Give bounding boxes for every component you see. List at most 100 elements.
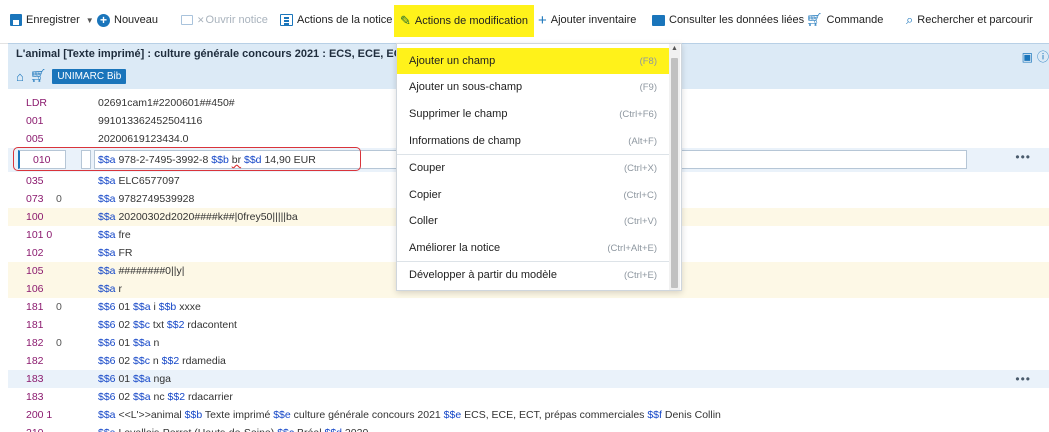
subfield-code: $$a (98, 265, 116, 277)
menu-item[interactable]: Améliorer la notice (Ctrl+Alt+E) (397, 235, 669, 261)
field-tag: 035 (26, 175, 44, 187)
field-tag: 200 1 (26, 409, 53, 421)
field-row[interactable]: 183 $$6 02 $$a nc $$2 rdacarrier (8, 388, 1049, 406)
field-row[interactable]: 210 $$a Levallois-Perret (Hauts-de-Seine)… (8, 424, 1049, 432)
menu-item-label: Ajouter un sous-champ (409, 81, 523, 93)
subfield-text: rdacarrier (185, 391, 233, 403)
menu-item[interactable]: Coller (Ctrl+V) (397, 208, 669, 234)
menu-item-shortcut: (Ctrl+Alt+E) (607, 242, 657, 254)
menu-item-shortcut: (F8) (639, 55, 657, 67)
field-tag: 182 (26, 355, 44, 367)
subfield-code: $$2 (161, 355, 180, 367)
field-tag: LDR (26, 97, 48, 109)
menu-item[interactable]: Ajouter un champ (F8) (397, 48, 669, 74)
subfield-code: $$a (133, 337, 151, 349)
linked-data-icon (652, 14, 665, 26)
menu-item-label: Développer à partir du modèle (409, 269, 557, 281)
field-row[interactable]: 182 0 $$6 01 $$a n (8, 334, 1049, 352)
record-title: L'animal [Texte imprimé] : culture génér… (16, 48, 450, 60)
scroll-thumb[interactable] (671, 58, 678, 288)
field-row[interactable]: 182 $$6 02 $$c n $$2 rdamedia (8, 352, 1049, 370)
field-value: $$a FR (98, 244, 132, 262)
subfield-text: 20200302d2020####k##|0frey50|||||ba (115, 211, 298, 223)
field-row[interactable]: 181 0 $$6 01 $$a i $$b xxxe (8, 298, 1049, 316)
subfield-code: $$a (98, 211, 116, 223)
menu-item-label: Ajouter un champ (409, 55, 496, 67)
menu-item-shortcut: (Ctrl+X) (624, 162, 657, 174)
subfield-text: nc (150, 391, 168, 403)
field-tag: 105 (26, 265, 44, 277)
subfield-code: $$6 (98, 391, 116, 403)
add-inventory-button[interactable]: + Ajouter inventaire (538, 10, 636, 30)
menu-item[interactable]: Couper (Ctrl+X) (397, 155, 669, 181)
field-value: $$6 01 $$a i $$b xxxe (98, 298, 201, 316)
menu-item-shortcut: (Alt+F) (628, 135, 657, 147)
subfield-code: $$c (277, 427, 294, 432)
field-indicator: 0 (56, 193, 62, 205)
subfield-code: $$2 (167, 391, 186, 403)
menu-item-label: Couper (409, 162, 446, 174)
save-button[interactable]: Enregistrer ▼ (10, 10, 94, 30)
menu-item[interactable]: Copier (Ctrl+C) (397, 182, 669, 208)
cart-icon: 🛒︎ (806, 12, 823, 27)
subfield-text: 9782749539928 (115, 193, 195, 205)
field-value: 02691cam1#2200601##450# (98, 94, 235, 112)
save-icon[interactable]: ▣ (1022, 50, 1033, 64)
edit-actions-button[interactable]: ✎ Actions de modification (394, 5, 535, 37)
save-label: Enregistrer (26, 14, 80, 26)
field-tag: 102 (26, 247, 44, 259)
subfield-code: $$a (133, 391, 151, 403)
field-indicator: 0 (56, 337, 62, 349)
record-actions-label: Actions de la notice (297, 14, 393, 26)
subfield-code: $$a (98, 283, 116, 295)
field-tag: 100 (26, 211, 44, 223)
more-icon[interactable]: ••• (1015, 370, 1031, 388)
field-tag: 183 (26, 391, 44, 403)
new-button[interactable]: + Nouveau (97, 10, 158, 30)
field-tag: 181 (26, 319, 44, 331)
subfield-text: 991013362452504116 (98, 115, 203, 127)
search-icon: ⌕ (906, 12, 914, 27)
subfield-text: FR (115, 247, 133, 259)
search-browse-label: Rechercher et parcourir (917, 14, 1033, 26)
subfield-code: $$6 (98, 337, 116, 349)
subfield-code: $$2 (166, 319, 185, 331)
search-browse-button[interactable]: ⌕ Rechercher et parcourir (906, 10, 1033, 30)
cart-icon[interactable]: 🛒︎ (30, 68, 47, 84)
field-tag: 101 0 (26, 229, 53, 241)
linked-data-label: Consulter les données liées (669, 14, 805, 26)
field-row[interactable]: 200 1 $$a <<L'>>animal $$b Texte imprimé … (8, 406, 1049, 424)
menu-separator (397, 261, 669, 262)
menu-scrollbar[interactable]: ▲ (669, 44, 680, 290)
menu-item[interactable]: Supprimer le champ (Ctrl+F6) (397, 101, 669, 127)
toolbar: Enregistrer ▼ + Nouveau ✕ Ouvrir notice … (0, 0, 1049, 44)
open-record-button[interactable]: ✕ Ouvrir notice (181, 10, 268, 30)
field-row[interactable]: 181 $$6 02 $$c txt $$2 rdacontent (8, 316, 1049, 334)
home-icon[interactable]: ⌂ (16, 69, 24, 84)
subfield-code: $$c (133, 319, 150, 331)
field-row[interactable]: 183 $$6 01 $$a nga ••• (8, 370, 1049, 388)
add-inventory-label: Ajouter inventaire (550, 14, 637, 26)
info-icon[interactable]: ⓘ (1037, 48, 1049, 65)
format-badge: UNIMARC Bib (52, 68, 127, 84)
order-button[interactable]: 🛒︎ Commande (806, 10, 883, 30)
field-value: $$6 02 $$c txt $$2 rdacontent (98, 316, 237, 334)
menu-item-label: Coller (409, 215, 438, 227)
subfield-text: ECS, ECE, ECT, prépas commerciales (461, 409, 648, 421)
menu-item[interactable]: Ajouter un sous-champ (F9) (397, 74, 669, 100)
subfield-code: $$a (98, 193, 116, 205)
linked-data-button[interactable]: Consulter les données liées (652, 10, 804, 30)
subfield-code: $$a (133, 301, 151, 313)
record-actions-button[interactable]: Actions de la notice (280, 10, 392, 30)
subfield-code: $$c (133, 355, 150, 367)
menu-item-shortcut: (F9) (639, 81, 657, 93)
more-icon[interactable]: ••• (1015, 148, 1031, 166)
menu-item[interactable]: Développer à partir du modèle (Ctrl+E) (397, 262, 669, 288)
subfield-text: nga (150, 373, 172, 385)
menu-item[interactable]: Informations de champ (Alt+F) (397, 128, 669, 154)
subfield-text: r (115, 283, 122, 295)
subfield-text: Texte imprimé (202, 409, 274, 421)
field-value: $$a 20200302d2020####k##|0frey50|||||ba (98, 208, 298, 226)
subfield-code: $$a (98, 409, 116, 421)
scroll-up-icon[interactable]: ▲ (669, 45, 680, 52)
